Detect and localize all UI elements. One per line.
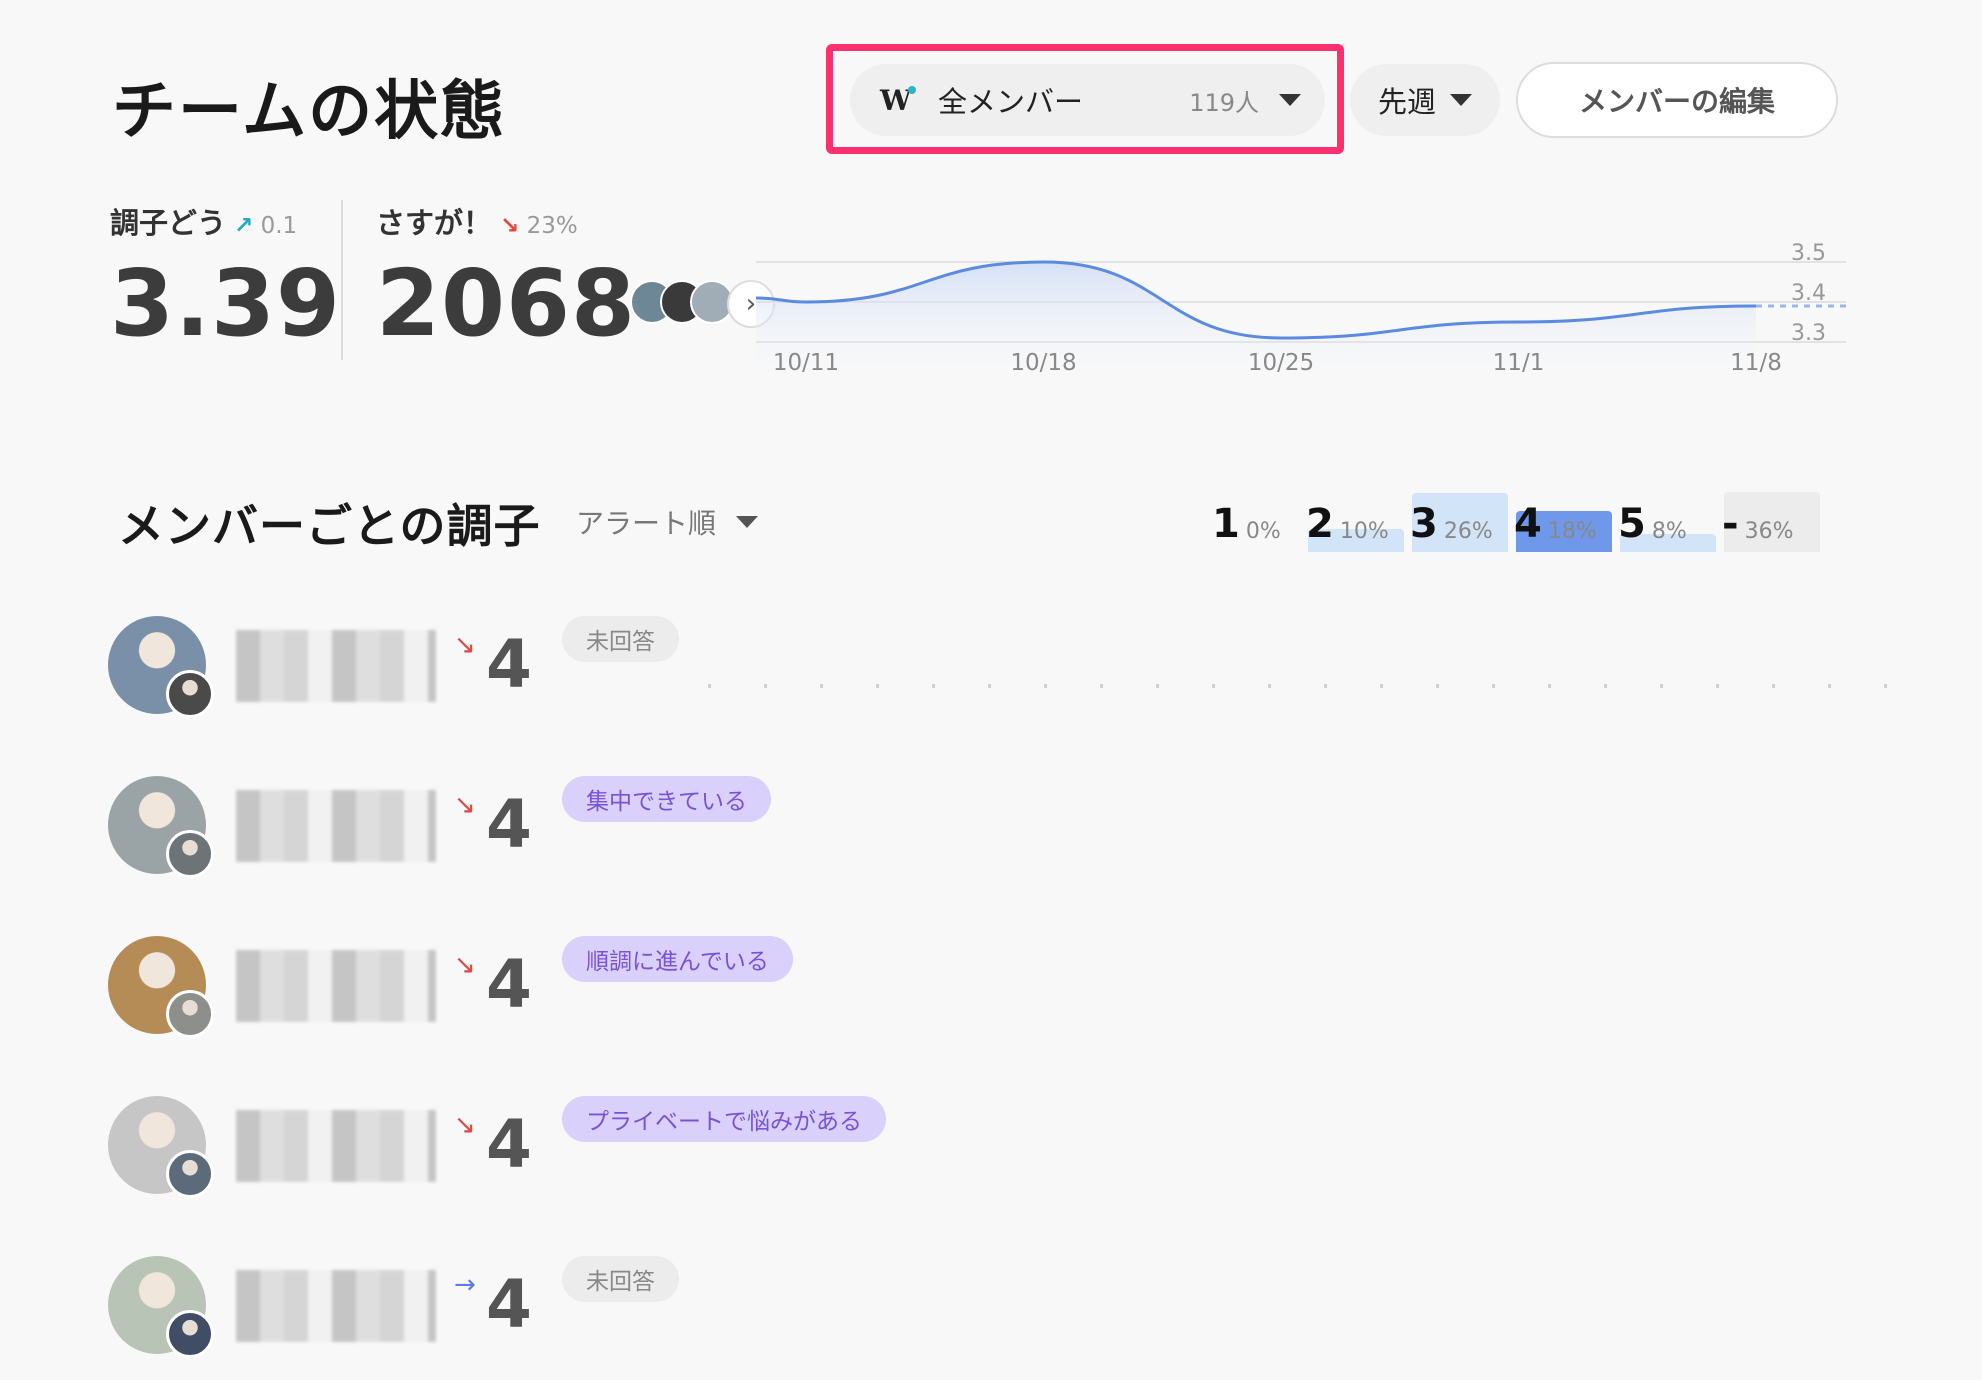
kudos-delta: ↘ 23% [500,213,578,239]
member-name-redacted [236,1270,436,1342]
section-title: メンバーごとの調子 [118,499,541,553]
score-distribution-item[interactable]: 1 0% [1212,472,1312,552]
condition-delta: ↗ 0.1 [234,213,298,239]
trend-up-icon: ↗ [234,213,254,239]
member-score: 4 [486,786,532,863]
member-select-dropdown[interactable]: W 全メンバー 119人 [850,64,1325,136]
distribution-percent: 26% [1443,519,1493,544]
period-select-label: 先週 [1377,85,1436,119]
x-tick-label: 11/1 [1492,350,1545,376]
kudos-stat: さすが！ ↘ 23% 2068 [376,200,636,357]
x-tick-label: 10/25 [1247,350,1315,376]
trend-down-icon: ↘ [454,630,476,660]
trend-down-icon: ↘ [454,790,476,820]
kudos-value: 2068 [376,250,637,357]
distribution-percent: 10% [1339,519,1389,544]
kudos-label: さすが！ [376,206,493,240]
sort-select-dropdown[interactable]: アラート順 [576,502,759,542]
distribution-score: 1 [1212,501,1240,547]
distribution-percent: 36% [1744,519,1794,544]
member-row[interactable]: ↘ 4 未回答 [108,616,1928,718]
edit-members-button[interactable]: メンバーの編集 [1516,62,1838,138]
member-count: 119人 [1189,88,1259,117]
stat-divider [341,200,343,360]
chevron-down-icon [736,516,759,528]
distribution-percent: 18% [1547,519,1597,544]
member-name-redacted [236,1110,436,1182]
condition-stat: 調子どう ↗ 0.1 3.39 [110,200,341,357]
kudos-avatar-stack[interactable] [630,280,734,324]
member-status-tag: 集中できている [562,776,771,822]
trend-down-icon: ↘ [454,1110,476,1140]
manager-avatar [166,670,214,718]
score-distribution-item[interactable]: 5 8% [1618,472,1718,552]
member-row[interactable]: ↘ 4 プライベートで悩みがある [108,1096,1928,1198]
member-status-tag: 未回答 [562,1256,679,1302]
member-name-redacted [236,630,436,702]
manager-avatar [166,990,214,1038]
distribution-score: - [1722,501,1739,547]
trend-down-icon: ↘ [500,213,520,239]
y-tick-label: 3.4 [1791,281,1826,306]
workspace-logo-icon: W [880,84,916,117]
trend-down-icon: ↘ [454,950,476,980]
condition-label: 調子どう [110,206,227,240]
distribution-score: 3 [1410,501,1438,547]
manager-avatar [166,1150,214,1198]
manager-avatar [166,1310,214,1358]
y-tick-label: 3.3 [1791,321,1826,346]
x-tick-label: 11/8 [1730,350,1782,376]
member-score: 4 [486,1106,532,1183]
y-tick-label: 3.5 [1791,241,1826,266]
chevron-down-icon [1450,94,1472,106]
x-tick-label: 10/18 [1010,350,1077,376]
member-name-redacted [236,950,436,1022]
distribution-score: 5 [1618,501,1646,547]
member-score: 4 [486,1266,532,1343]
period-select-dropdown[interactable]: 先週 [1350,64,1500,136]
member-row[interactable]: ↘ 4 順調に進んでいる [108,936,1928,1038]
sort-select-label: アラート順 [576,507,717,540]
condition-value: 3.39 [110,250,341,357]
distribution-percent: 0% [1245,519,1281,544]
member-row[interactable]: → 4 未回答 [108,1256,1928,1358]
distribution-score: 4 [1514,501,1542,547]
member-status-tag: プライベートで悩みがある [562,1096,886,1142]
score-distribution-item[interactable]: 3 26% [1410,472,1510,552]
page-title: チームの状態 [112,75,507,149]
member-name-redacted [236,790,436,862]
score-distribution-item[interactable]: 2 10% [1306,472,1406,552]
x-tick-label: 10/11 [772,350,840,376]
distribution-percent: 8% [1651,519,1687,544]
member-select-label: 全メンバー [938,85,1084,119]
chevron-down-icon [1279,94,1301,106]
member-status-tag: 未回答 [562,616,679,662]
member-score: 4 [486,946,532,1023]
response-timeline [708,684,1888,688]
member-row[interactable]: ↘ 4 集中できている [108,776,1928,878]
trend-flat-icon: → [454,1270,476,1300]
member-status-tag: 順調に進んでいる [562,936,793,982]
manager-avatar [166,830,214,878]
score-distribution-item[interactable]: -36% [1722,472,1822,552]
member-score: 4 [486,626,532,703]
score-distribution-item[interactable]: 4 18% [1514,472,1614,552]
distribution-score: 2 [1306,501,1334,547]
